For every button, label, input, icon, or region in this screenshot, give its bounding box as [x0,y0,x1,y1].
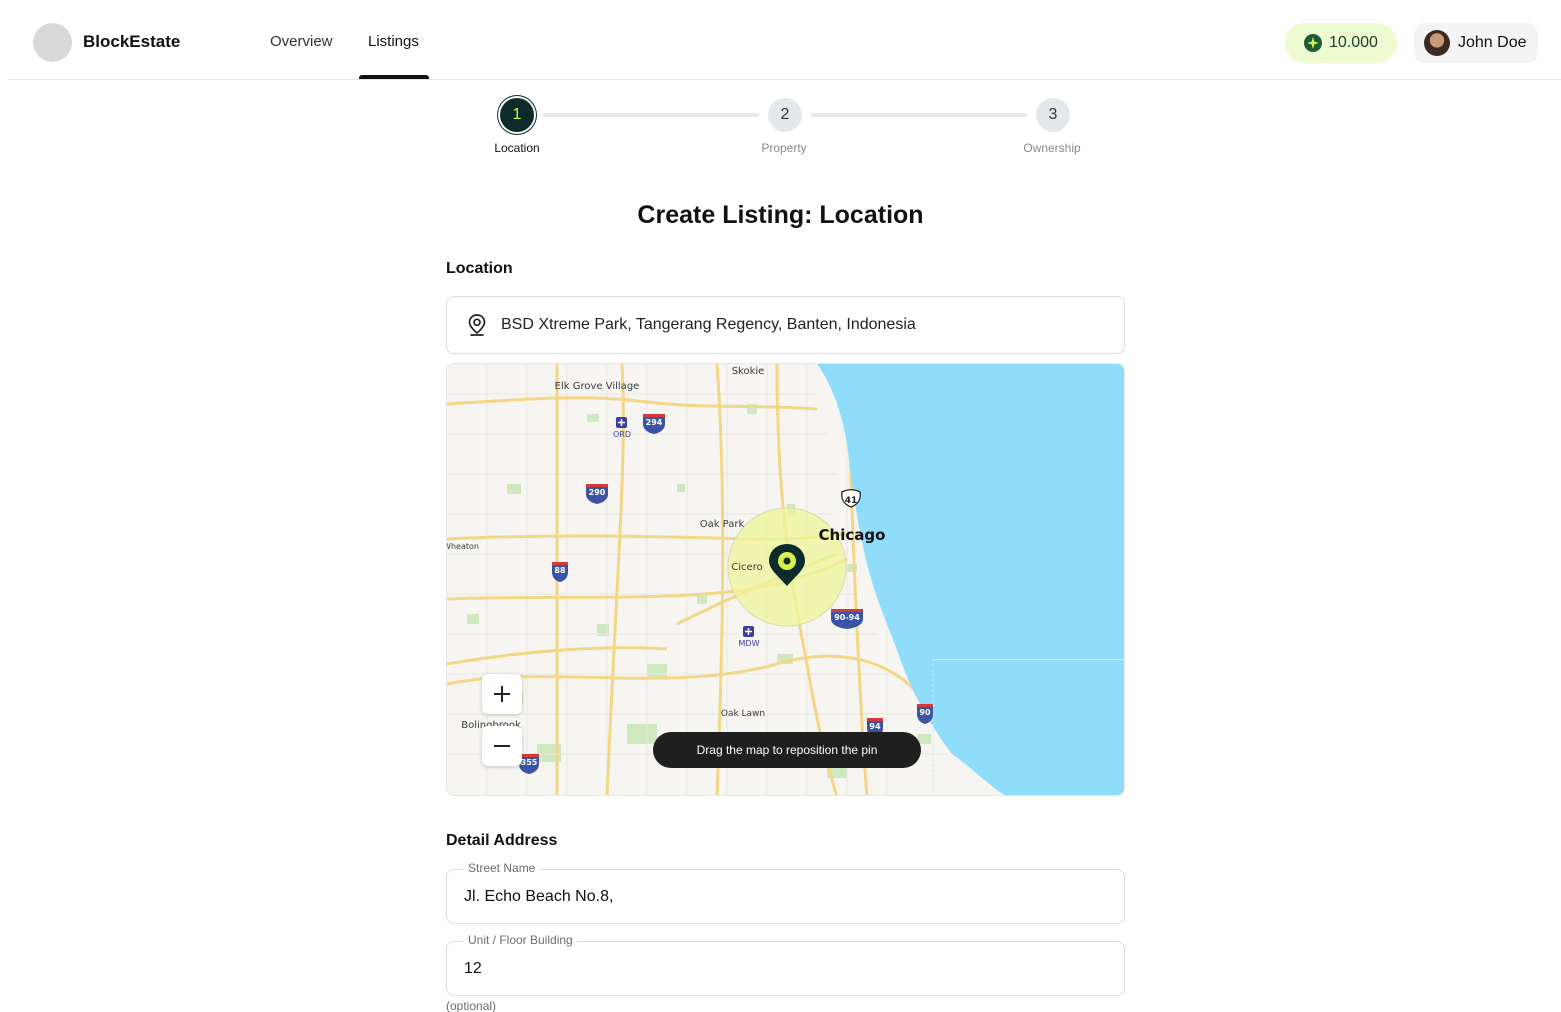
map-label: MDW [739,639,760,648]
step-connector [543,113,759,117]
step-3-circle[interactable]: 3 [1036,98,1070,132]
map-pin-icon [468,314,486,336]
plus-icon [494,686,510,702]
map-label: Oak Lawn [721,709,765,719]
location-map[interactable]: 294 290 88 90-94 94 90 355 41 Skokie Elk… [446,363,1125,796]
step-1-label: Location [494,141,540,155]
unit-floor-field[interactable]: Unit / Floor Building 12 [446,933,1125,996]
step-connector [811,113,1027,117]
location-value: BSD Xtreme Park, Tangerang Regency, Bant… [501,316,916,333]
user-name: John Doe [1458,34,1527,51]
airport-icon [743,626,754,637]
map-label: Chicago [819,526,886,544]
sparkle-icon [1304,34,1322,52]
svg-text:94: 94 [869,722,881,731]
map-label: Skokie [732,366,765,377]
street-name-field[interactable]: Street Name Jl. Echo Beach No.8, [446,861,1125,924]
svg-text:90: 90 [919,708,931,717]
map-label: ORD [613,430,631,439]
svg-text:290: 290 [589,488,606,497]
step-3-label: Ownership [1023,141,1081,155]
minus-icon [494,745,510,747]
optional-note: (optional) [446,999,497,1012]
step-1-circle[interactable]: 1 [500,98,534,132]
step-2-circle[interactable]: 2 [768,98,802,132]
map-label: Elk Grove Village [555,381,640,392]
svg-text:41: 41 [845,496,858,506]
page-title: Create Listing: Location [637,201,924,229]
brand-name[interactable]: BlockEstate [83,32,180,52]
svg-text:90-94: 90-94 [834,613,860,622]
header-divider [8,79,1561,80]
unit-floor-label: Unit / Floor Building [463,933,578,947]
street-name-value: Jl. Echo Beach No.8, [464,888,614,905]
nav-overview[interactable]: Overview [270,33,333,50]
nav-listings[interactable]: Listings [368,33,419,50]
location-search-input[interactable]: BSD Xtreme Park, Tangerang Regency, Bant… [446,296,1125,354]
top-header: BlockEstate Overview Listings 10.000 Joh… [0,0,1561,80]
balance-badge[interactable]: 10.000 [1285,23,1397,63]
step-2-label: Property [761,141,807,155]
location-section-label: Location [446,260,513,277]
unit-floor-value: 12 [464,960,482,977]
svg-text:294: 294 [646,418,663,427]
balance-amount: 10.000 [1329,34,1378,51]
map-label: Oak Park [700,519,745,530]
svg-text:88: 88 [554,566,566,575]
zoom-out-button[interactable] [482,726,522,766]
street-name-label: Street Name [463,861,541,875]
user-menu[interactable]: John Doe [1414,23,1538,63]
map-label: Wheaton [447,542,479,551]
map-drag-hint: Drag the map to reposition the pin [653,732,921,768]
brand-logo[interactable] [33,23,72,62]
zoom-in-button[interactable] [482,674,522,714]
detail-address-title: Detail Address [446,832,558,849]
map-label: Cicero [731,562,762,573]
svg-text:355: 355 [521,758,538,767]
airport-icon [616,417,627,428]
avatar [1424,30,1450,56]
